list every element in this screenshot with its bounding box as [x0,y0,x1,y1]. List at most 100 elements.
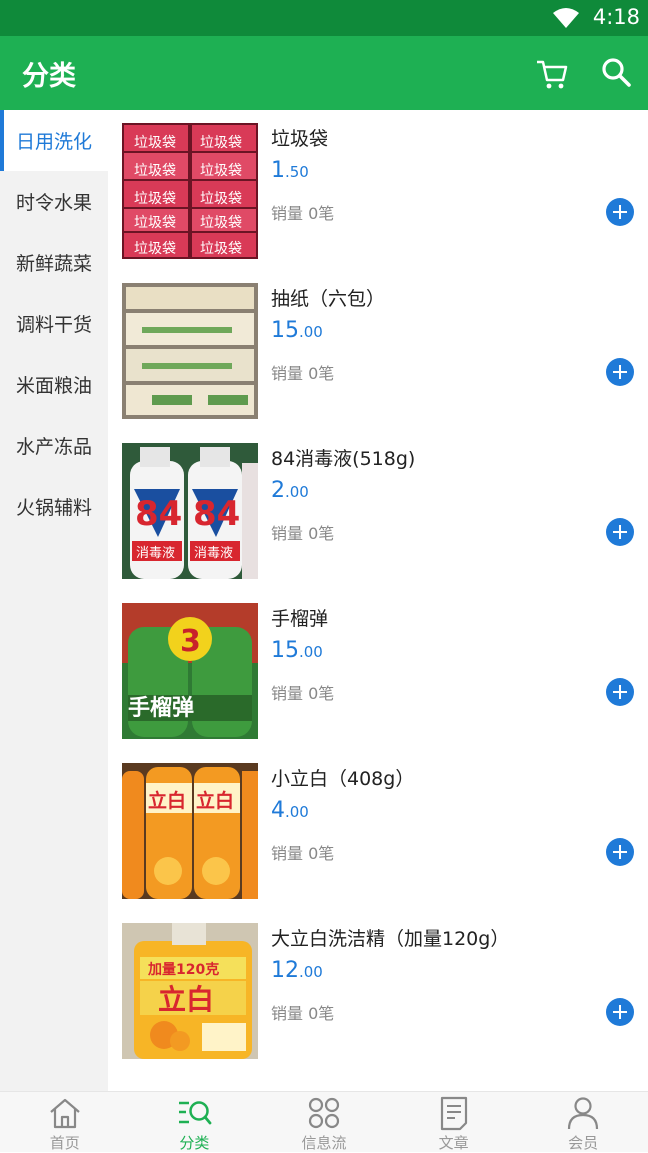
thumb-label: 立白 [196,789,234,812]
add-to-cart-button[interactable] [606,838,634,866]
thumb-label: 立白 [158,983,214,1016]
sidebar-item-label: 米面粮油 [15,375,92,397]
product-item[interactable]: 抽纸（六包） 15.00 销量 0笔 [108,270,648,430]
product-name: 84消毒液(518g) [271,448,416,470]
price-decimal: .50 [285,163,309,181]
price-integer: 12 [271,958,299,983]
app-bar: 分类 [0,36,648,110]
price-decimal: .00 [299,963,323,981]
product-item[interactable]: 3 手榴弹 手榴弹 15.00 销量 0笔 [108,590,648,750]
sidebar-item-label: 水产冻品 [15,436,92,458]
tab-label: 文章 [438,1134,469,1152]
product-item[interactable]: 立白 立白 小立白（408g） 4.00 销量 0笔 [108,750,648,910]
product-list: 垃圾袋 垃圾袋 垃圾袋 垃圾袋 垃圾袋 垃圾袋 垃圾袋 垃圾袋 垃圾袋 垃圾袋 … [108,110,648,1091]
price-decimal: .00 [285,803,309,821]
status-bar: 4:18 [0,0,648,36]
price-decimal: .00 [285,483,309,501]
cart-icon[interactable] [534,56,570,92]
sidebar-item-seasonal-fruit[interactable]: 时令水果 [0,171,108,232]
product-image[interactable]: 加量120克 立白 [122,923,258,1059]
thumb-label: 垃圾袋 [134,191,176,207]
product-price: 1.50 [271,158,309,183]
product-image[interactable]: 立白 立白 [122,763,258,899]
tab-label: 会员 [568,1134,599,1152]
add-to-cart-button[interactable] [606,998,634,1026]
member-icon [568,1097,599,1130]
price-integer: 1 [271,158,285,183]
thumb-label: 垃圾袋 [200,163,242,179]
thumb-label: 手榴弹 [128,696,194,721]
thumb-label: 垃圾袋 [200,241,242,257]
tab-member[interactable]: 会员 [518,1092,648,1152]
home-icon [50,1098,80,1129]
price-decimal: .00 [299,643,323,661]
add-to-cart-button[interactable] [606,198,634,226]
product-sales: 销量 0笔 [271,364,335,383]
search-icon[interactable] [598,54,634,90]
thumb-label: 84 [193,494,240,534]
product-sales: 销量 0笔 [271,684,335,703]
thumb-label: 垃圾袋 [134,135,176,151]
product-sales: 销量 0笔 [271,204,335,223]
product-price: 15.00 [271,638,323,663]
page-title: 分类 [22,61,76,92]
tab-feed[interactable]: 信息流 [259,1092,389,1152]
product-name: 抽纸（六包） [271,288,386,310]
product-image[interactable]: 3 手榴弹 [122,603,258,739]
price-decimal: .00 [299,323,323,341]
product-name: 手榴弹 [271,608,329,630]
tab-label: 信息流 [301,1134,347,1152]
product-item[interactable]: 加量120克 立白 大立白洗洁精（加量120g） 12.00 销量 0笔 [108,910,648,1070]
thumb-label: 消毒液 [194,546,233,561]
feed-icon [308,1097,340,1129]
thumb-label: 垃圾袋 [200,135,242,151]
product-image[interactable]: 84 84 消毒液 消毒液 [122,443,258,579]
sidebar-item-daily-chemicals[interactable]: 日用洗化 [0,110,108,171]
thumb-badge: 3 [180,624,201,659]
product-item[interactable]: 84 84 消毒液 消毒液 84消毒液(518g) 2.00 销量 0笔 [108,430,648,590]
price-integer: 2 [271,478,285,503]
thumb-label: 消毒液 [136,546,175,561]
sidebar-item-frozen-seafood[interactable]: 水产冻品 [0,415,108,476]
wifi-icon [553,8,579,28]
tab-article[interactable]: 文章 [389,1092,519,1152]
thumb-label: 垃圾袋 [200,215,242,231]
sidebar-item-hotpot-ingredients[interactable]: 火锅辅料 [0,476,108,537]
product-price: 15.00 [271,318,323,343]
thumb-label: 垃圾袋 [200,191,242,207]
sidebar-item-label: 新鲜蔬菜 [15,253,92,275]
thumb-label: 立白 [148,789,186,812]
product-image[interactable]: 垃圾袋 垃圾袋 垃圾袋 垃圾袋 垃圾袋 垃圾袋 垃圾袋 垃圾袋 垃圾袋 垃圾袋 [122,123,258,259]
price-integer: 15 [271,318,299,343]
product-price: 2.00 [271,478,309,503]
sidebar-item-seasoning-dry-goods[interactable]: 调料干货 [0,293,108,354]
tab-home[interactable]: 首页 [0,1092,130,1152]
status-time: 4:18 [592,5,640,29]
product-price: 12.00 [271,958,323,983]
price-integer: 4 [271,798,285,823]
product-sales: 销量 0笔 [271,844,335,863]
sidebar-item-label: 火锅辅料 [15,497,92,519]
price-integer: 15 [271,638,299,663]
bottom-tab-bar: 首页 分类 信息流 文章 会员 [0,1091,648,1152]
product-name: 小立白（408g） [271,768,415,790]
sidebar-item-label: 日用洗化 [15,131,92,153]
product-sales: 销量 0笔 [271,524,335,543]
product-name: 大立白洗洁精（加量120g） [271,928,510,950]
product-price: 4.00 [271,798,309,823]
article-icon [440,1096,467,1131]
product-name: 垃圾袋 [271,128,329,150]
add-to-cart-button[interactable] [606,678,634,706]
add-to-cart-button[interactable] [606,518,634,546]
thumb-label: 垃圾袋 [134,215,176,231]
thumb-label: 垃圾袋 [134,163,176,179]
sidebar-item-fresh-vegetables[interactable]: 新鲜蔬菜 [0,232,108,293]
sidebar-item-label: 时令水果 [15,192,92,214]
sidebar-item-rice-flour-oil[interactable]: 米面粮油 [0,354,108,415]
product-item[interactable]: 垃圾袋 垃圾袋 垃圾袋 垃圾袋 垃圾袋 垃圾袋 垃圾袋 垃圾袋 垃圾袋 垃圾袋 … [108,110,648,270]
tab-label: 首页 [49,1134,80,1152]
tab-category[interactable]: 分类 [130,1092,260,1152]
thumb-label: 加量120克 [147,961,219,978]
product-image[interactable] [122,283,258,419]
add-to-cart-button[interactable] [606,358,634,386]
